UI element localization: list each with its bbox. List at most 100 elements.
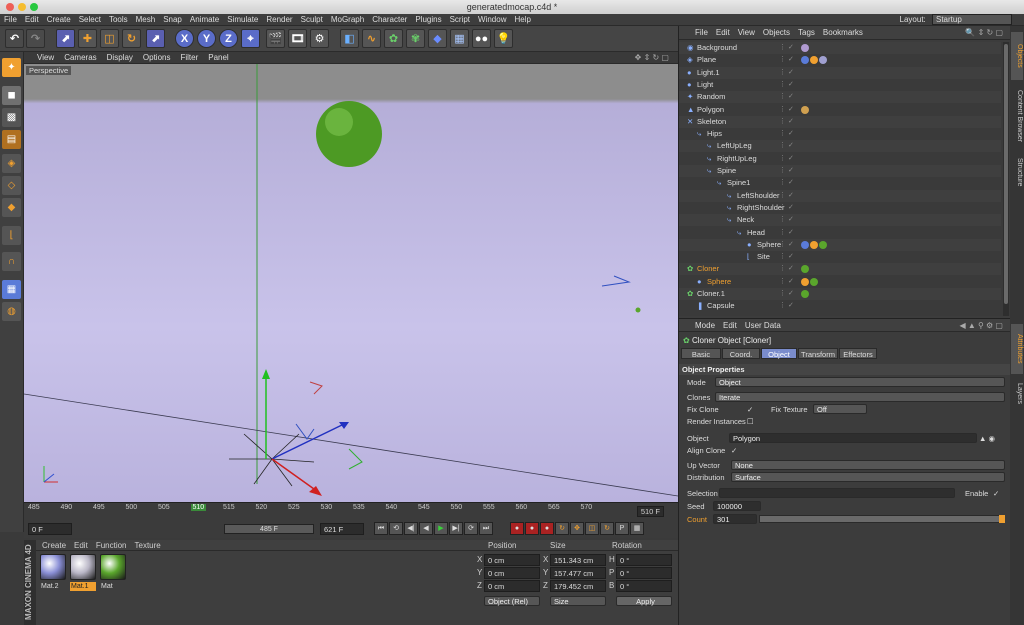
menu-script[interactable]: Script (446, 14, 474, 26)
object-tag-icon[interactable] (819, 240, 827, 249)
object-tag-icon[interactable] (801, 105, 809, 114)
scale-key-button[interactable]: ◫ (585, 522, 599, 535)
deformer-button[interactable]: ◆ (428, 29, 447, 48)
edges-mode-button[interactable]: ◇ (2, 176, 21, 195)
attributes-side-tab[interactable]: Attributes (1011, 324, 1023, 374)
fix-texture-dropdown[interactable]: Off (813, 404, 867, 414)
object-row[interactable]: ⤷ LeftShoulder ⋮ ✓ (679, 189, 1001, 202)
object-row[interactable]: ⌊ Site ⋮ ✓ (679, 251, 1001, 264)
object-row[interactable]: ⤷ RightUpLeg ⋮ ✓ (679, 152, 1001, 165)
position-key-button[interactable]: ↻ (555, 522, 569, 535)
z-axis-button[interactable]: Z (219, 29, 238, 48)
redo-button[interactable]: ↷ (26, 29, 45, 48)
object-visibility-toggles[interactable]: ⋮ ✓ (779, 177, 799, 189)
object-tag-icon[interactable] (801, 277, 809, 286)
floor-button[interactable]: ▦ (450, 29, 469, 48)
object-row[interactable]: ✕ Skeleton ⋮ ✓ (679, 115, 1001, 128)
object-tag-icon[interactable] (801, 290, 809, 298)
object-link-field[interactable]: Polygon (729, 433, 977, 443)
object-row[interactable]: ● Light ⋮ ✓ (679, 78, 1001, 91)
object-tag-icon[interactable] (801, 240, 809, 249)
up-vector-dropdown[interactable]: None (731, 460, 1005, 470)
objects-side-tab[interactable]: Objects (1011, 32, 1023, 80)
menu-character[interactable]: Character (368, 14, 411, 26)
object-row[interactable]: ❚ Capsule ⋮ ✓ (679, 300, 1001, 313)
end-frame-field[interactable]: 621 F (320, 523, 364, 535)
object-row[interactable]: ⤷ Hips ⋮ ✓ (679, 128, 1001, 141)
object-menu-edit[interactable]: Edit (712, 26, 734, 40)
menu-render[interactable]: Render (262, 14, 296, 26)
object-tree-scrollbar[interactable] (1003, 42, 1009, 316)
live-selection-button[interactable]: ⬈ (56, 29, 75, 48)
menu-mograph[interactable]: MoGraph (327, 14, 368, 26)
rotation-key-button[interactable]: ↻ (600, 522, 614, 535)
goto-end-button[interactable]: ⏭ (479, 522, 493, 535)
locked-workplane-button[interactable]: ◍ (2, 302, 21, 321)
object-visibility-toggles[interactable]: ⋮ ✓ (779, 54, 799, 66)
make-editable-button[interactable]: ✦ (2, 58, 21, 77)
prev-frame-button[interactable]: ◀| (404, 522, 418, 535)
viewport-menu-panel[interactable]: Panel (203, 52, 233, 64)
y-axis-button[interactable]: Y (197, 29, 216, 48)
menu-animate[interactable]: Animate (186, 14, 223, 26)
object-row[interactable]: ✿ Cloner ⋮ ✓ (679, 263, 1001, 276)
object-visibility-toggles[interactable]: ⋮ ✓ (779, 128, 799, 140)
object-menu-file[interactable]: File (691, 26, 712, 40)
coord-size-mode-dropdown[interactable]: Size (550, 596, 606, 606)
object-row[interactable]: ◉ Background ⋮ ✓ (679, 42, 1001, 54)
viewport-menu-filter[interactable]: Filter (175, 52, 203, 64)
coordinate-system-button[interactable]: ⌖ (241, 29, 260, 48)
object-visibility-toggles[interactable]: ⋮ ✓ (779, 276, 799, 288)
object-visibility-toggles[interactable]: ⋮ ✓ (779, 79, 799, 91)
attribute-nav-icons[interactable]: ◀ ▲ ⚲ ⚙ ▢ (955, 319, 1007, 333)
viewport-menu-cameras[interactable]: Cameras (59, 52, 101, 64)
viewport-menu-view[interactable]: View (32, 52, 59, 64)
object-visibility-toggles[interactable]: ⋮ ✓ (779, 67, 799, 79)
camera-button[interactable]: ●● (472, 29, 491, 48)
object-menu-tags[interactable]: Tags (794, 26, 819, 40)
object-visibility-toggles[interactable]: ⋮ ✓ (779, 91, 799, 103)
material-menu-texture[interactable]: Texture (131, 540, 165, 551)
render-instances-checkbox[interactable]: ☐ (747, 416, 754, 427)
object-visibility-toggles[interactable]: ⋮ ✓ (779, 42, 799, 54)
move-tool-button[interactable]: ✚ (78, 29, 97, 48)
attribute-menu-mode[interactable]: Mode (691, 319, 719, 333)
scale-tool-button[interactable]: ◫ (100, 29, 119, 48)
material-swatch[interactable] (100, 554, 126, 580)
zoom-window-button[interactable] (30, 3, 38, 11)
spline-button[interactable]: ∿ (362, 29, 381, 48)
current-frame-field[interactable]: 510 F (636, 506, 664, 517)
attribute-menu-edit[interactable]: Edit (719, 319, 741, 333)
object-visibility-toggles[interactable]: ⋮ ✓ (779, 165, 799, 177)
menu-plugins[interactable]: Plugins (411, 14, 445, 26)
position-z-field[interactable]: 0 cm (484, 580, 540, 592)
pla-key-button[interactable]: ▦ (630, 522, 644, 535)
menu-select[interactable]: Select (75, 14, 105, 26)
object-visibility-toggles[interactable]: ⋮ ✓ (779, 202, 799, 214)
rotation-b-field[interactable]: 0 ° (616, 580, 672, 592)
size-y-field[interactable]: 157.477 cm (550, 567, 606, 579)
object-visibility-toggles[interactable]: ⋮ ✓ (779, 190, 799, 202)
material-swatch[interactable] (40, 554, 66, 580)
render-settings-button[interactable]: ⚙ (310, 29, 329, 48)
play-back-button[interactable]: ◀ (419, 522, 433, 535)
attribute-tab-transform[interactable]: Transform (798, 348, 838, 359)
material-menu-create[interactable]: Create (38, 540, 70, 551)
object-visibility-toggles[interactable]: ⋮ ✓ (779, 251, 799, 263)
minimize-window-button[interactable] (18, 3, 26, 11)
menu-create[interactable]: Create (43, 14, 75, 26)
selection-field[interactable] (719, 488, 955, 498)
object-row[interactable]: ● Sphere ⋮ ✓ (679, 275, 1001, 288)
layers-side-tab[interactable]: Layers (1011, 378, 1023, 410)
object-visibility-toggles[interactable]: ⋮ ✓ (779, 153, 799, 165)
object-row[interactable]: ◈ Plane ⋮ ✓ (679, 54, 1001, 67)
material-menu-function[interactable]: Function (92, 540, 131, 551)
render-picture-viewer-button[interactable]: 🎞 (288, 29, 307, 48)
object-manager-nav-icons[interactable]: 🔍 ⇕ ↻ ▢ (961, 26, 1007, 40)
object-row[interactable]: ⤷ Head ⋮ ✓ (679, 226, 1001, 239)
seed-field[interactable]: 100000 (713, 501, 761, 511)
size-x-field[interactable]: 151.343 cm (550, 554, 606, 566)
preview-range-slider[interactable]: 485 F (224, 524, 314, 534)
count-slider-handle[interactable] (999, 515, 1005, 523)
object-visibility-toggles[interactable]: ⋮ ✓ (779, 263, 799, 275)
